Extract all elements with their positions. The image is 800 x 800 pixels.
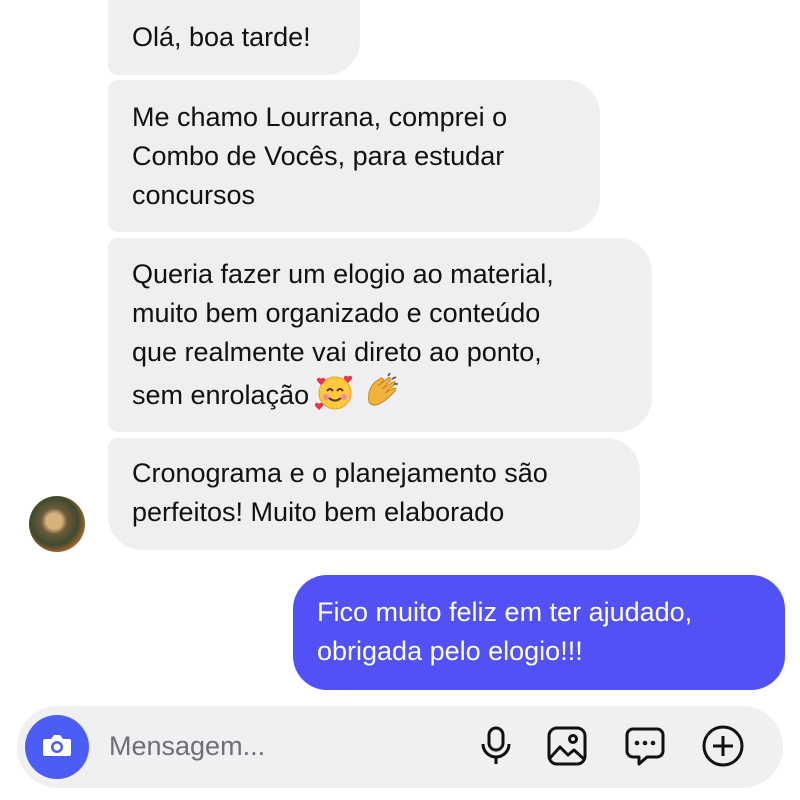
camera-icon (40, 728, 74, 767)
incoming-message[interactable]: Cronograma e o planejamento são perfeito… (108, 438, 640, 550)
plus-circle-icon (701, 724, 745, 773)
message-input[interactable] (109, 726, 449, 766)
incoming-message[interactable]: Queria fazer um elogio ao material, muit… (108, 238, 652, 432)
message-composer (17, 706, 783, 788)
message-text: Me chamo Lourrana, comprei o Combo de Vo… (132, 102, 508, 210)
message-text: Cronograma e o planejamento são perfeito… (132, 458, 548, 527)
message-text: Fico muito feliz em ter ajudado, obrigad… (317, 597, 693, 666)
microphone-button[interactable] (474, 726, 518, 770)
clapping-hands-emoji (361, 372, 401, 423)
image-icon (546, 725, 588, 772)
chat-bubble-icon (624, 725, 666, 772)
microphone-icon (478, 726, 514, 771)
message-text: Olá, boa tarde! (132, 22, 311, 52)
chat-button[interactable] (623, 726, 667, 770)
gallery-button[interactable] (545, 726, 589, 770)
incoming-message[interactable]: Olá, boa tarde! (108, 0, 360, 75)
smiling-face-with-hearts-emoji (315, 372, 355, 423)
incoming-message[interactable]: Me chamo Lourrana, comprei o Combo de Vo… (108, 80, 600, 232)
avatar[interactable] (29, 496, 85, 552)
message-thread: Olá, boa tarde! Me chamo Lourrana, compr… (0, 0, 800, 700)
camera-button[interactable] (25, 715, 89, 779)
outgoing-message[interactable]: Fico muito feliz em ter ajudado, obrigad… (293, 575, 785, 690)
add-button[interactable] (701, 724, 745, 773)
